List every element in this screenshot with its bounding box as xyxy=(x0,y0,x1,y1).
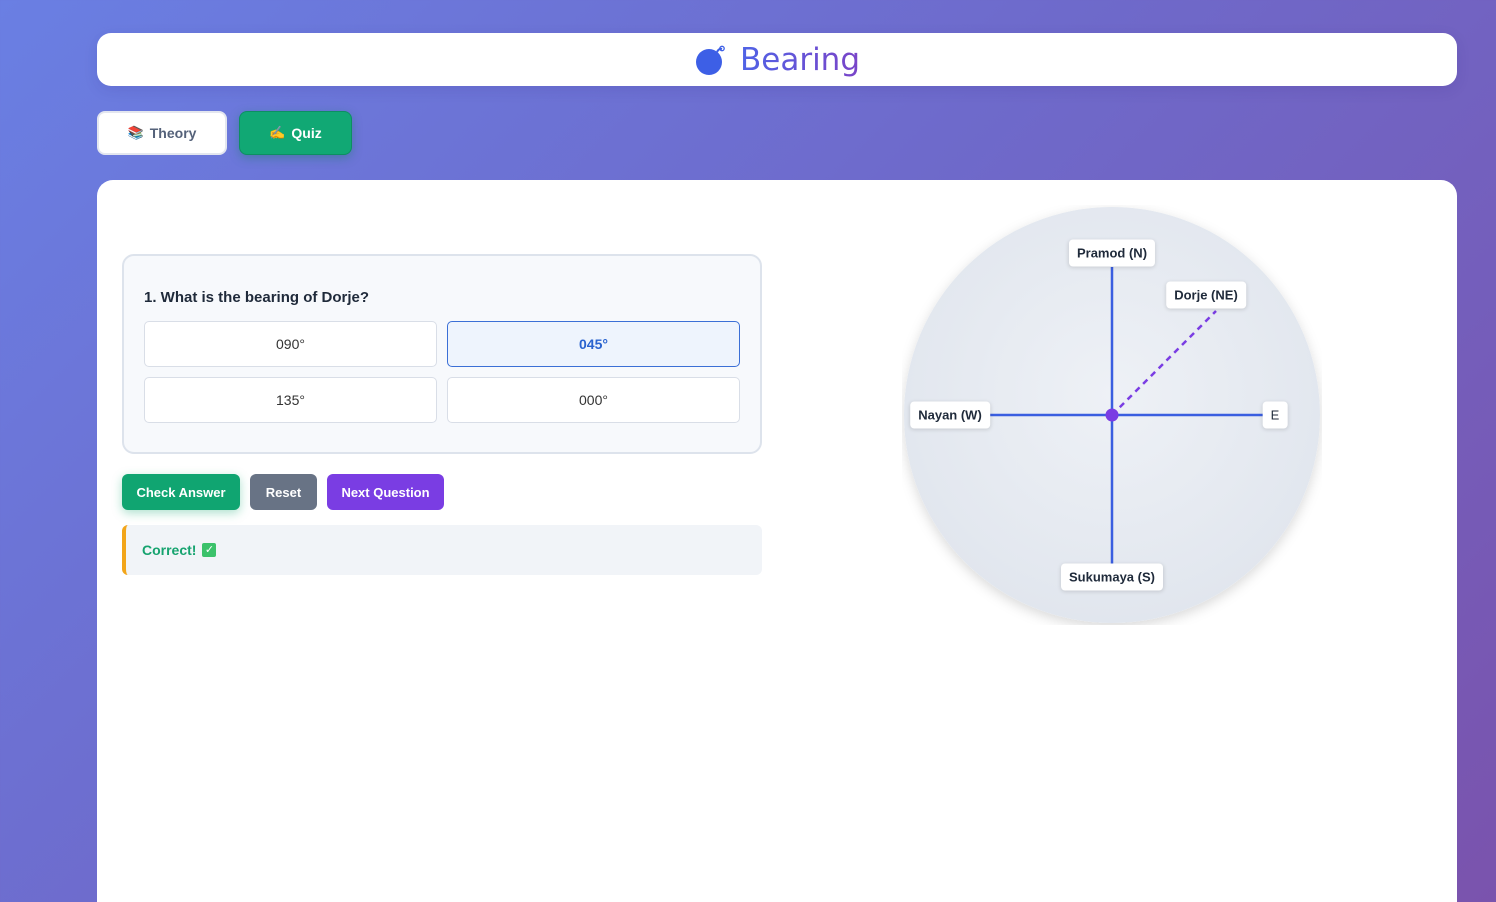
label-east: E xyxy=(1262,401,1288,429)
app-header: Bearing xyxy=(97,33,1457,86)
compass-diagram: Pramod (N) Dorje (NE) Nayan (W) E Sukuma… xyxy=(902,205,1322,625)
writing-hand-icon: ✍️ xyxy=(269,125,286,140)
next-question-button[interactable]: Next Question xyxy=(327,474,444,510)
question-card: 1. What is the bearing of Dorje? 090° 04… xyxy=(122,254,762,454)
check-mark-icon: ✓ xyxy=(202,543,217,557)
tab-theory-label: Theory xyxy=(149,125,197,141)
question-text: 1. What is the bearing of Dorje? xyxy=(144,289,370,306)
label-south: Sukumaya (S) xyxy=(1061,563,1163,591)
reset-button[interactable]: Reset xyxy=(250,474,317,510)
tab-quiz[interactable]: ✍️ Quiz xyxy=(239,111,352,155)
label-northeast: Dorje (NE) xyxy=(1166,281,1246,309)
option-045[interactable]: 045° xyxy=(447,321,740,367)
option-000[interactable]: 000° xyxy=(447,377,740,423)
feedback-text: Correct! xyxy=(142,542,197,558)
tab-quiz-label: Quiz xyxy=(291,125,322,141)
feedback-message: Correct! ✓ xyxy=(122,525,762,575)
label-north: Pramod (N) xyxy=(1068,239,1156,267)
app-title: Bearing xyxy=(739,41,861,78)
bomb-icon xyxy=(695,45,725,75)
option-135[interactable]: 135° xyxy=(144,377,437,423)
option-090[interactable]: 090° xyxy=(144,321,437,367)
quiz-panel: 1. What is the bearing of Dorje? 090° 04… xyxy=(97,180,1457,902)
tab-theory[interactable]: 📚 Theory xyxy=(97,111,227,155)
label-west: Nayan (W) xyxy=(910,401,990,429)
books-icon: 📚 xyxy=(127,125,144,140)
check-answer-button[interactable]: Check Answer xyxy=(122,474,240,510)
compass-center-point xyxy=(1105,408,1119,422)
